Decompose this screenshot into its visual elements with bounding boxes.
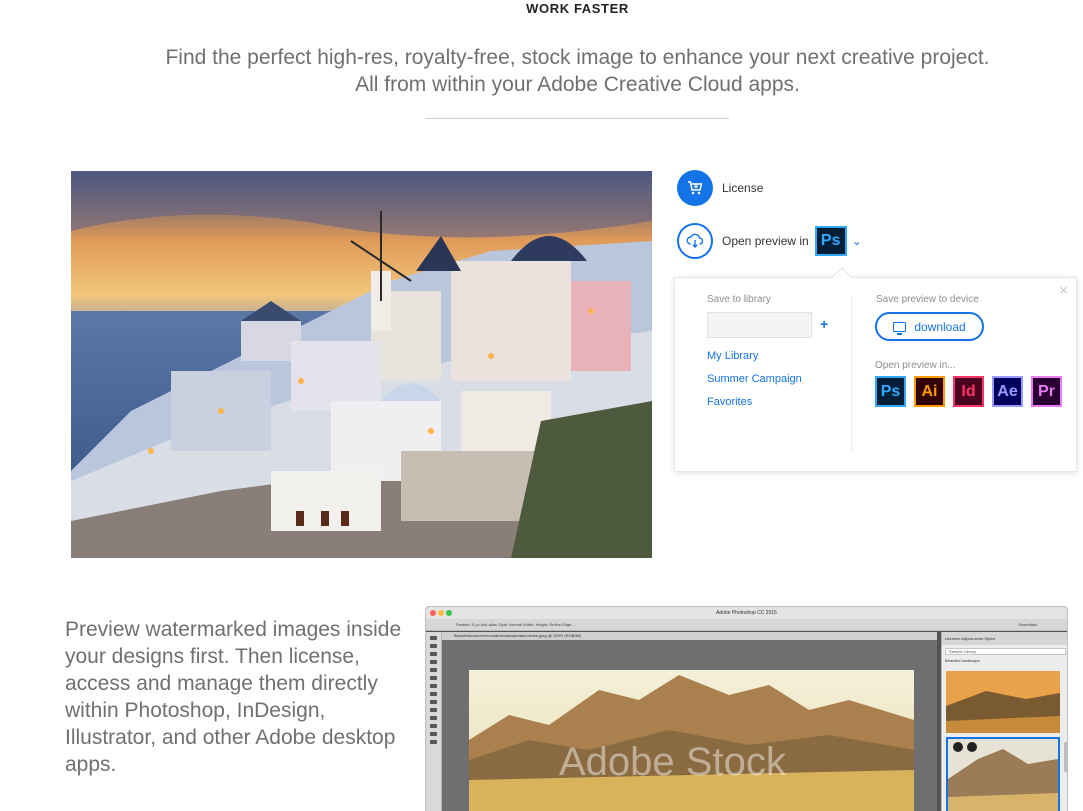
hand-tool-icon[interactable] — [430, 740, 437, 744]
add-library-icon[interactable]: + — [820, 316, 828, 332]
library-thumbnail-2[interactable] — [946, 737, 1060, 811]
popup-column-divider — [851, 296, 852, 451]
document-canvas[interactable]: Adobe Stock — [442, 640, 937, 811]
download-button[interactable]: download — [875, 312, 984, 341]
chevron-down-icon[interactable]: ⌄ — [852, 234, 862, 248]
section-divider — [425, 118, 729, 119]
lasso-tool-icon[interactable] — [430, 644, 437, 648]
gradient-tool-icon[interactable] — [430, 692, 437, 696]
window-title: Adobe Photoshop CC 2015 — [716, 610, 777, 616]
download-label: download — [914, 319, 966, 334]
panel-scrollbar[interactable] — [1064, 742, 1067, 772]
cart-icon — [677, 170, 713, 206]
libraries-panel: Libraries Adjustments Styles Sample Libr… — [941, 632, 1067, 811]
open-preview-label: Open preview in — [722, 234, 809, 248]
window-titlebar: Adobe Photoshop CC 2015 — [426, 607, 1067, 619]
eyebrow-heading: WORK FASTER — [526, 1, 629, 16]
open-in-heading: Open preview in... — [875, 360, 956, 371]
document-tab[interactable]: Beautifulsummermountainlandscapeatsunshi… — [442, 632, 937, 640]
preview-popup: × Save to library + My Library Summer Ca… — [674, 267, 1077, 472]
save-library-heading: Save to library — [707, 294, 771, 305]
lead-line-1: Find the perfect high-res, royalty-free,… — [165, 46, 990, 69]
watermark-text: Adobe Stock — [559, 740, 787, 784]
photoshop-window: Adobe Photoshop CC 2015 Feather: 0 px An… — [425, 606, 1068, 811]
library-thumbnail-1[interactable] — [946, 671, 1060, 733]
library-link-my-library[interactable]: My Library — [707, 350, 758, 362]
lead-paragraph: Find the perfect high-res, royalty-free,… — [0, 44, 1083, 98]
eraser-tool-icon[interactable] — [430, 684, 437, 688]
premiere-app-icon[interactable]: Pr — [1031, 376, 1062, 407]
marquee-tool-icon[interactable] — [430, 636, 437, 640]
type-tool-icon[interactable] — [430, 716, 437, 720]
illustrator-app-icon[interactable]: Ai — [914, 376, 945, 407]
license-action[interactable]: License — [677, 170, 763, 206]
cloud-download-icon — [677, 223, 713, 259]
photoshop-app-icon[interactable]: Ps — [875, 376, 906, 407]
path-tool-icon[interactable] — [430, 724, 437, 728]
lead-line-2: All from within your Adobe Creative Clou… — [355, 73, 800, 96]
options-bar: Feather: 0 px Anti-alias Style: Normal W… — [426, 619, 1067, 631]
save-device-heading: Save preview to device — [876, 294, 979, 305]
open-preview-action[interactable]: Open preview in Ps ⌄ — [677, 223, 862, 259]
pen-tool-icon[interactable] — [430, 708, 437, 712]
minimize-window-icon[interactable] — [438, 610, 444, 616]
indesign-app-icon[interactable]: Id — [953, 376, 984, 407]
close-icon[interactable]: × — [1059, 282, 1068, 299]
workspace-select[interactable]: Essentials — [1019, 619, 1037, 631]
monitor-icon — [893, 321, 907, 335]
options-text: Feather: 0 px Anti-alias Style: Normal W… — [456, 622, 575, 627]
tools-panel — [426, 632, 442, 811]
close-window-icon[interactable] — [430, 610, 436, 616]
crop-tool-icon[interactable] — [430, 652, 437, 656]
description-paragraph: Preview watermarked images inside your d… — [65, 618, 402, 776]
stock-photo — [71, 171, 652, 558]
photoshop-app-icon: Ps — [814, 226, 847, 256]
library-select[interactable]: Sample Library — [945, 648, 1066, 655]
canvas-image: Adobe Stock — [469, 670, 914, 811]
license-label: License — [722, 181, 764, 195]
zoom-window-icon[interactable] — [446, 610, 452, 616]
panel-tabs[interactable]: Libraries Adjustments Styles — [942, 632, 1067, 645]
dodge-tool-icon[interactable] — [430, 700, 437, 704]
after-effects-app-icon[interactable]: Ae — [992, 376, 1023, 407]
library-link-favorites[interactable]: Favorites — [707, 396, 752, 408]
library-link-summer-campaign[interactable]: Summer Campaign — [707, 373, 802, 385]
library-name-input[interactable] — [707, 312, 812, 338]
shape-tool-icon[interactable] — [430, 732, 437, 736]
library-section-label: Beautiful landscape — [945, 658, 980, 663]
eyedropper-tool-icon[interactable] — [430, 660, 437, 664]
brush-tool-icon[interactable] — [430, 668, 437, 672]
popup-caret — [832, 267, 852, 287]
app-icon-row: Ps Ai Id Ae Pr — [875, 376, 1070, 407]
stamp-tool-icon[interactable] — [430, 676, 437, 680]
